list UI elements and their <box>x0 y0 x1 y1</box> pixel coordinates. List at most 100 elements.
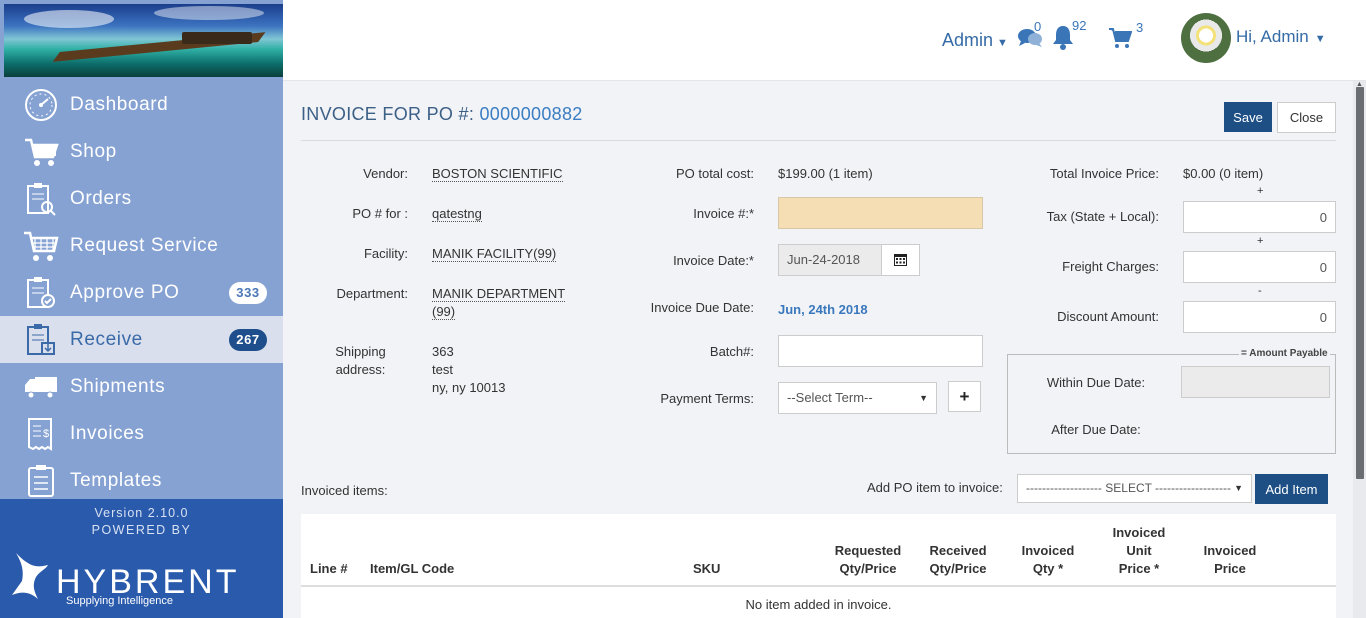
messages-count: 0 <box>1034 19 1042 34</box>
column-item-gl-code: Item/GL Code <box>370 561 455 576</box>
sidebar-item-label: Dashboard <box>70 93 169 115</box>
column-invoiced-price-line2: Price <box>1214 561 1246 576</box>
column-invoiced-price: Invoiced Price <box>1191 542 1269 578</box>
main-content: INVOICE FOR PO #: 0000000882 Save Close … <box>283 81 1353 618</box>
vertical-scrollbar[interactable]: ▲ <box>1353 81 1366 618</box>
app-version: Version 2.10.0 <box>94 506 189 520</box>
admin-menu-label: Admin <box>942 30 994 50</box>
sidebar-item-label: Orders <box>70 187 132 209</box>
column-received-line2: Qty/Price <box>929 561 987 576</box>
discount-label: Discount Amount: <box>1057 309 1159 324</box>
invoiced-items-table: Line # Item/GL Code SKU Requested Qty/Pri… <box>301 514 1336 618</box>
column-invoiced-unit-price-line1: Invoiced <box>1112 525 1166 540</box>
sidebar-item-label: Receive <box>70 328 143 350</box>
brand-tagline: Supplying Intelligence <box>66 595 174 607</box>
sidebar-item-templates[interactable]: Templates <box>0 457 283 504</box>
sidebar-nav: Dashboard Shop Orders Request Service Ap… <box>0 81 283 504</box>
add-term-button[interactable]: + <box>948 381 981 412</box>
cart-icon[interactable] <box>1108 27 1133 54</box>
add-po-item-label: Add PO item to invoice: <box>867 480 1003 495</box>
shipping-label-2: address: <box>335 362 386 377</box>
invoice-number-label: Invoice #:* <box>693 206 754 221</box>
save-button[interactable]: Save <box>1224 102 1272 132</box>
minus-sign: - <box>1258 285 1262 297</box>
caret-down-icon: ▼ <box>997 37 1008 49</box>
greeting: Hi, Admin <box>1236 27 1309 46</box>
batch-label: Batch#: <box>709 344 754 359</box>
po-item-select[interactable]: ------------------- SELECT -------------… <box>1017 474 1252 503</box>
amount-payable-title: = Amount Payable <box>1239 348 1330 359</box>
powered-by-label: POWERED BY <box>91 523 192 537</box>
caret-down-icon: ▼ <box>919 393 928 403</box>
batch-input[interactable] <box>778 335 983 367</box>
sidebar-item-invoices[interactable]: $ Invoices <box>0 410 283 457</box>
invoice-date-input[interactable]: Jun-24-2018 <box>778 244 882 276</box>
admin-menu[interactable]: Admin ▼ <box>942 30 1008 51</box>
cart-count: 3 <box>1136 20 1144 35</box>
user-menu[interactable]: Hi, Admin ▼ <box>1236 27 1326 47</box>
tax-input[interactable] <box>1183 201 1336 233</box>
hybrent-brand: HYBRENT Supplying Intelligence <box>10 551 239 614</box>
sidebar-item-receive[interactable]: Receive 267 <box>0 316 283 363</box>
column-invoiced-qty-line1: Invoiced <box>1021 543 1075 558</box>
sidebar-item-shop[interactable]: Shop <box>0 128 283 175</box>
sidebar-item-label: Approve PO <box>70 281 180 303</box>
templates-icon <box>22 463 60 499</box>
request-service-icon <box>22 228 60 264</box>
svg-text:$: $ <box>43 428 50 440</box>
shipping-label-1: Shipping <box>335 344 386 359</box>
payment-terms-select[interactable]: --Select Term-- ▼ <box>778 382 937 414</box>
sidebar-item-label: Shop <box>70 140 117 162</box>
sidebar-item-label: Invoices <box>70 422 145 444</box>
invoice-icon: $ <box>22 416 60 452</box>
page-title: INVOICE FOR PO #: 0000000882 <box>301 104 583 125</box>
caret-down-icon: ▼ <box>1314 33 1326 45</box>
column-invoiced-unit-price: Invoiced Unit Price * <box>1100 524 1178 578</box>
discount-input[interactable] <box>1183 301 1336 333</box>
calendar-button[interactable] <box>881 244 920 276</box>
invoice-number-input[interactable] <box>778 197 983 229</box>
vendor-value: BOSTON SCIENTIFIC <box>432 166 563 182</box>
sidebar-item-label: Templates <box>70 469 162 491</box>
empty-table-message: No item added in invoice. <box>745 597 892 612</box>
invoice-date-label: Invoice Date:* <box>673 253 754 268</box>
po-item-selected: ------------------- SELECT -------------… <box>1026 481 1231 495</box>
freight-input[interactable] <box>1183 251 1336 283</box>
sidebar: Dashboard Shop Orders Request Service Ap… <box>0 0 283 618</box>
column-sku: SKU <box>693 561 721 576</box>
orders-icon <box>22 181 60 217</box>
column-received-line1: Received <box>929 543 987 558</box>
cart-icon <box>22 134 60 170</box>
notifications-count: 92 <box>1072 18 1087 33</box>
avatar[interactable] <box>1181 13 1231 63</box>
column-invoiced-qty: Invoiced Qty * <box>1009 542 1087 578</box>
sidebar-item-orders[interactable]: Orders <box>0 175 283 222</box>
payment-terms-label: Payment Terms: <box>660 391 754 406</box>
shipping-line3: ny, ny 10013 <box>432 380 506 395</box>
payment-terms-selected: --Select Term-- <box>787 390 873 405</box>
column-invoiced-qty-line2: Qty * <box>1032 561 1064 576</box>
po-number-link[interactable]: 0000000882 <box>479 104 582 124</box>
title-prefix: INVOICE FOR PO #: <box>301 104 475 124</box>
approve-po-count-badge: 333 <box>229 282 267 304</box>
hybrent-bird-icon <box>10 551 50 614</box>
sidebar-item-shipments[interactable]: Shipments <box>0 363 283 410</box>
calendar-icon <box>894 254 907 269</box>
column-received: Received Qty/Price <box>918 542 998 578</box>
receive-count-badge: 267 <box>229 329 267 351</box>
sidebar-item-request-service[interactable]: Request Service <box>0 222 283 269</box>
company-logo-image <box>4 4 283 77</box>
sidebar-item-approve-po[interactable]: Approve PO 333 <box>0 269 283 316</box>
scrollbar-thumb[interactable] <box>1356 87 1364 479</box>
sidebar-item-label: Request Service <box>70 234 219 256</box>
total-invoice-label: Total Invoice Price: <box>1049 166 1159 181</box>
top-bar: Admin ▼ 0 92 3 Hi, Admin ▼ <box>283 0 1366 81</box>
sidebar-item-dashboard[interactable]: Dashboard <box>0 81 283 128</box>
column-invoiced-unit-price-line2: Unit <box>1126 543 1152 558</box>
department-value-line2: (99) <box>432 304 456 320</box>
caret-down-icon: ▼ <box>1234 483 1243 493</box>
add-item-button[interactable]: Add Item <box>1255 474 1328 504</box>
approve-po-icon <box>22 275 60 311</box>
facility-value: MANIK FACILITY(99) <box>432 246 557 262</box>
close-button[interactable]: Close <box>1277 102 1336 133</box>
